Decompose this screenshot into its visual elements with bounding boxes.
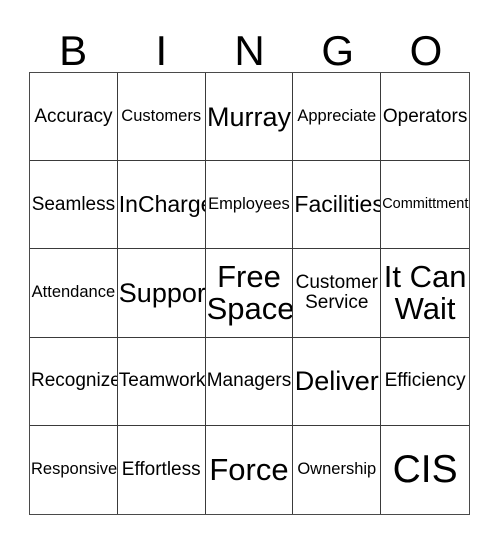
bingo-cell-label: Seamless: [31, 193, 116, 215]
bingo-header-row: B I N G O: [29, 18, 470, 72]
bingo-cell-b3[interactable]: Attendance: [30, 249, 118, 338]
bingo-cell-label: Accuracy: [34, 105, 113, 127]
bingo-cell-n1[interactable]: Murray: [205, 73, 294, 162]
bingo-cell-i5[interactable]: Effortless: [117, 425, 206, 514]
bingo-cell-i4[interactable]: Teamwork: [117, 337, 206, 426]
bingo-cell-label: It Can Wait: [383, 258, 467, 326]
bingo-cell-label: Murray: [206, 101, 291, 132]
bingo-cell-n5[interactable]: Force: [205, 425, 294, 514]
bingo-cell-label: Employees: [208, 195, 290, 214]
header-letter-n: N: [234, 27, 265, 74]
bingo-cell-label: Efficiency: [384, 370, 466, 392]
bingo-cell-label: Operators: [382, 105, 468, 127]
header-letter-b: B: [59, 27, 88, 74]
bingo-cell-label: Teamwork: [118, 370, 206, 392]
bingo-cell-free-space[interactable]: Free Space: [205, 249, 294, 338]
bingo-cell-label: CIS: [392, 447, 458, 491]
header-letter-o: O: [409, 27, 443, 74]
bingo-cell-b1[interactable]: Accuracy: [30, 73, 118, 162]
bingo-grid: Accuracy Customers Murray Appreciate Ope…: [29, 72, 470, 515]
bingo-cell-label: Committment: [382, 196, 469, 213]
bingo-cell-o2[interactable]: Committment: [381, 161, 469, 250]
header-letter-g: G: [321, 27, 355, 74]
bingo-cell-o4[interactable]: Efficiency: [381, 337, 469, 426]
header-letter-i: I: [155, 27, 168, 74]
bingo-cell-label: Appreciate: [297, 107, 377, 126]
bingo-cell-i1[interactable]: Customers: [117, 73, 206, 162]
bingo-cell-label: Deliver: [294, 366, 379, 397]
bingo-cell-o5[interactable]: CIS: [381, 425, 469, 514]
bingo-cell-b2[interactable]: Seamless: [30, 161, 118, 250]
bingo-cell-b5[interactable]: Responsive: [30, 425, 118, 514]
bingo-cell-g3[interactable]: Customer Service: [293, 249, 382, 338]
bingo-cell-label: Responsive: [31, 460, 118, 479]
bingo-cell-label: Free Space: [206, 258, 294, 326]
bingo-cell-label: Facilities: [294, 190, 382, 217]
bingo-cell-b4[interactable]: Recognize: [30, 337, 118, 426]
bingo-cell-label: Managers: [206, 370, 292, 392]
bingo-cell-label: Customer Service: [295, 272, 378, 313]
bingo-cell-n4[interactable]: Managers: [205, 337, 294, 426]
bingo-cell-g2[interactable]: Facilities: [293, 161, 382, 250]
bingo-cell-label: InCharge: [118, 190, 206, 217]
bingo-cell-label: Attendance: [31, 283, 116, 302]
bingo-cell-i2[interactable]: InCharge: [117, 161, 206, 250]
bingo-cell-g1[interactable]: Appreciate: [293, 73, 382, 162]
bingo-card: B I N G O Accuracy Customers Murray Appr…: [0, 0, 500, 544]
bingo-cell-n2[interactable]: Employees: [205, 161, 294, 250]
bingo-cell-label: Customers: [121, 107, 202, 126]
bingo-cell-g5[interactable]: Ownership: [293, 425, 382, 514]
bingo-cell-i3[interactable]: Support: [117, 249, 206, 338]
bingo-cell-label: Effortless: [121, 459, 201, 481]
bingo-cell-label: Force: [209, 451, 289, 487]
bingo-cell-o1[interactable]: Operators: [381, 73, 469, 162]
bingo-cell-g4[interactable]: Deliver: [293, 337, 382, 426]
bingo-cell-label: Ownership: [297, 460, 377, 479]
bingo-cell-o3[interactable]: It Can Wait: [381, 249, 469, 338]
bingo-cell-label: Support: [118, 277, 206, 308]
bingo-cell-label: Recognize: [31, 370, 118, 392]
